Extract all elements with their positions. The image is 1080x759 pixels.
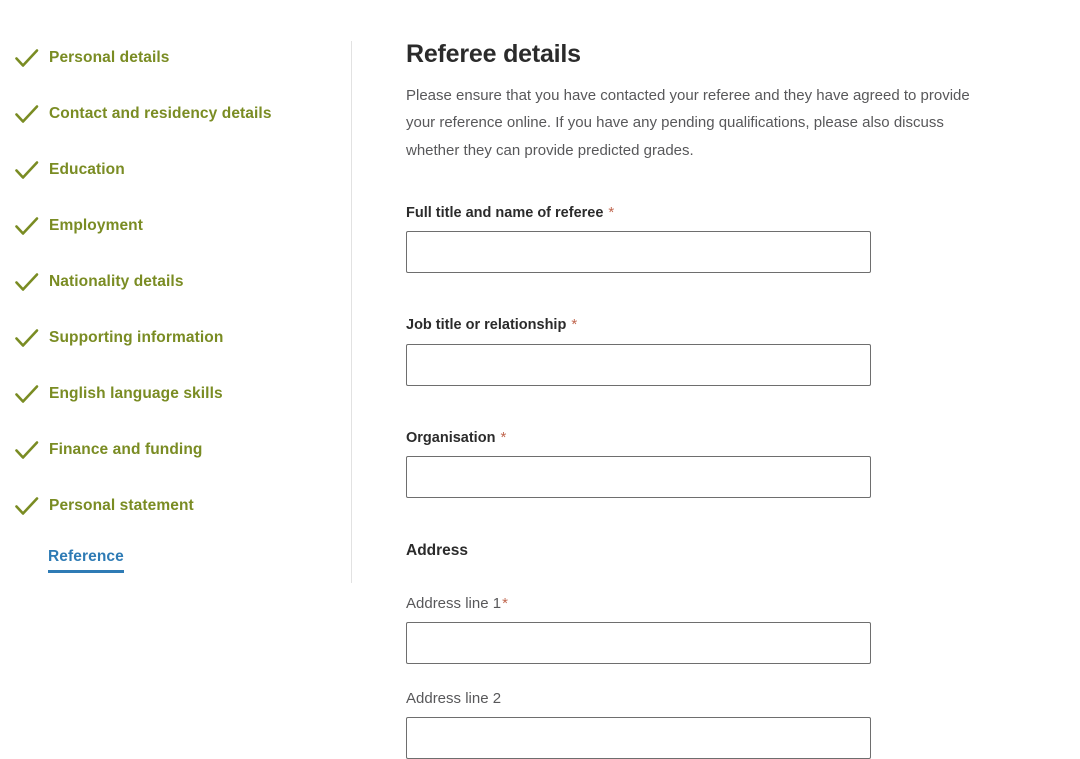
sidebar-item-personal-statement[interactable]: Personal statement xyxy=(0,492,351,520)
address-section-heading: Address xyxy=(406,542,469,560)
field-label: Address line 2 xyxy=(406,690,501,707)
field-label: Job title or relationship * xyxy=(406,317,577,333)
check-icon xyxy=(14,383,40,405)
check-icon xyxy=(14,327,40,349)
field-label-text: Job title or relationship xyxy=(406,317,567,334)
field-label: Organisation * xyxy=(406,430,506,446)
address-line-1-input[interactable] xyxy=(406,621,871,664)
check-icon xyxy=(14,47,40,69)
required-asterisk: * xyxy=(500,428,507,446)
sidebar-item-supporting-information[interactable]: Supporting information xyxy=(0,324,351,352)
field-label: Full title and name of referee * xyxy=(406,205,614,221)
sidebar-content-divider xyxy=(351,41,352,583)
application-sections-sidebar: Personal details Contact and residency d… xyxy=(0,0,351,758)
sidebar-item-label: Finance and funding xyxy=(49,441,203,458)
sidebar-item-label: Employment xyxy=(49,217,144,234)
sidebar-item-label: Personal statement xyxy=(49,497,194,514)
sidebar-item-education[interactable]: Education xyxy=(0,156,351,184)
required-asterisk: * xyxy=(571,316,578,334)
sidebar-item-label: Education xyxy=(49,161,125,178)
sidebar-item-contact-and-residency-details[interactable]: Contact and residency details xyxy=(0,100,351,128)
required-asterisk: * xyxy=(502,594,508,612)
field-full-title-and-name-of-referee: Full title and name of referee * xyxy=(406,204,1006,274)
field-job-title-or-relationship: Job title or relationship * xyxy=(406,316,1006,386)
page-title: Referee details xyxy=(406,40,581,68)
field-address-line-1: Address line 1* xyxy=(406,595,1006,664)
job-title-or-relationship-input[interactable] xyxy=(406,343,871,386)
sidebar-item-reference[interactable]: Reference xyxy=(0,548,351,573)
field-organisation: Organisation * xyxy=(406,429,1006,499)
sidebar-item-label: Reference xyxy=(48,548,124,573)
field-label: Address line 1* xyxy=(406,595,508,612)
referee-details-form: Referee details Please ensure that you h… xyxy=(406,0,1006,759)
check-icon xyxy=(14,271,40,293)
check-icon xyxy=(14,439,40,461)
check-icon xyxy=(14,159,40,181)
organisation-input[interactable] xyxy=(406,456,871,499)
field-label-text: Address line 2 xyxy=(406,689,502,707)
application-form-page: Personal details Contact and residency d… xyxy=(0,0,1080,759)
full-title-and-name-of-referee-input[interactable] xyxy=(406,231,871,274)
check-icon xyxy=(14,215,40,237)
sidebar-item-english-language-skills[interactable]: English language skills xyxy=(0,380,351,408)
sidebar-item-employment[interactable]: Employment xyxy=(0,212,351,240)
required-asterisk: * xyxy=(608,204,615,222)
check-icon xyxy=(14,495,40,517)
field-label-text: Organisation xyxy=(406,429,496,446)
field-label-text: Full title and name of referee xyxy=(406,205,604,222)
sidebar-item-label: English language skills xyxy=(49,385,223,402)
sidebar-nav-list: Personal details Contact and residency d… xyxy=(0,44,351,573)
intro-text: Please ensure that you have contacted yo… xyxy=(406,86,970,159)
sidebar-item-personal-details[interactable]: Personal details xyxy=(0,44,351,72)
field-label-text: Address line 1 xyxy=(406,594,502,612)
check-icon xyxy=(14,103,40,125)
address-line-2-input[interactable] xyxy=(406,716,871,759)
field-address-line-2: Address line 2 xyxy=(406,690,1006,759)
sidebar-item-finance-and-funding[interactable]: Finance and funding xyxy=(0,436,351,464)
sidebar-item-label: Nationality details xyxy=(49,273,184,290)
sidebar-item-nationality-details[interactable]: Nationality details xyxy=(0,268,351,296)
sidebar-item-label: Contact and residency details xyxy=(49,105,272,122)
sidebar-item-label: Personal details xyxy=(49,49,170,66)
sidebar-item-label: Supporting information xyxy=(49,329,224,346)
